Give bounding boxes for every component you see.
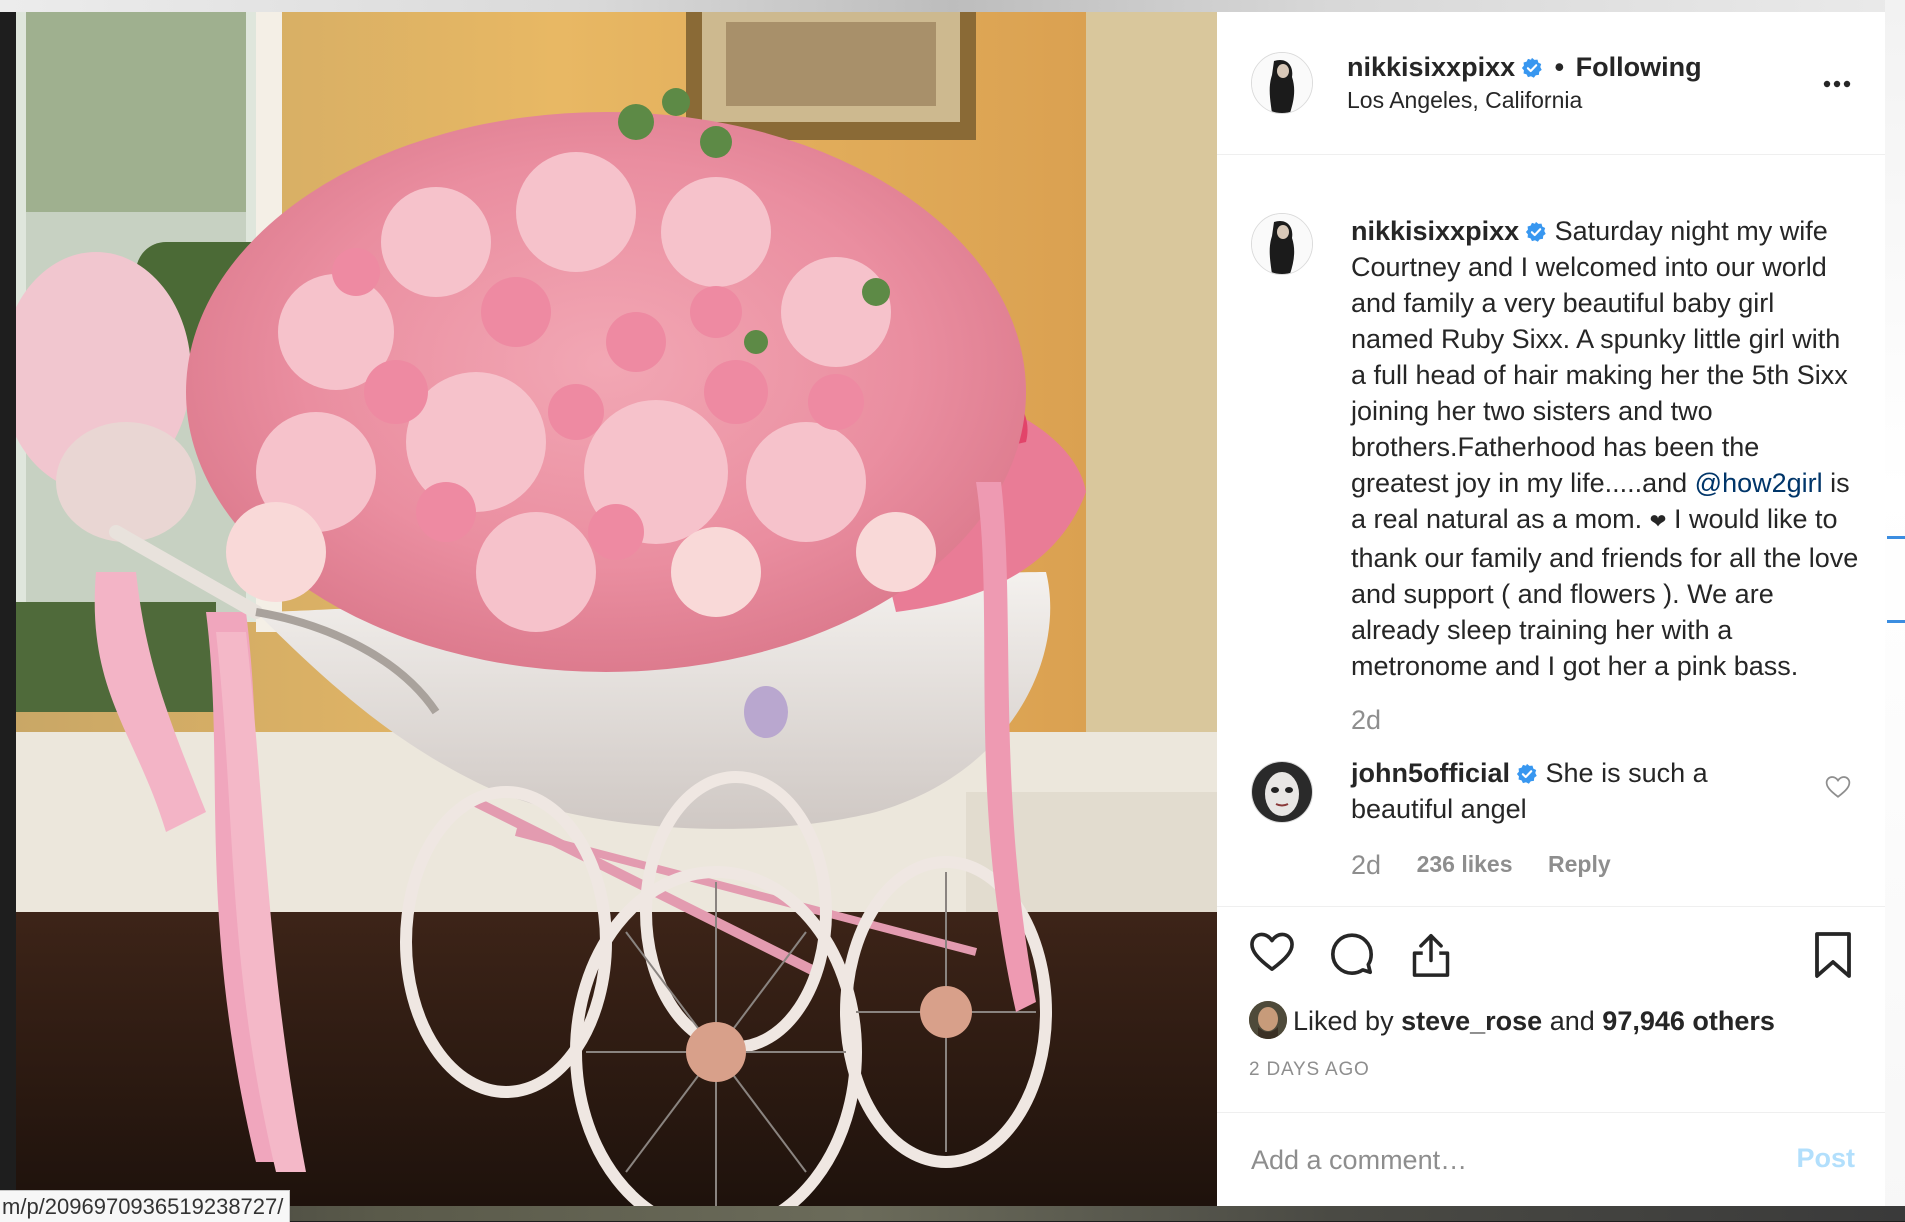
- reply-button[interactable]: Reply: [1548, 851, 1611, 877]
- liker-username[interactable]: steve_rose: [1401, 1006, 1542, 1036]
- post-location[interactable]: Los Angeles, California: [1347, 87, 1582, 114]
- post-header: nikkisixxpixx • Following Los Angeles, C…: [1217, 12, 1885, 155]
- post-comment-button[interactable]: Post: [1796, 1143, 1855, 1174]
- caption-avatar-image: [1252, 214, 1312, 274]
- author-line: nikkisixxpixx • Following: [1347, 52, 1702, 83]
- author-avatar-image: [1252, 53, 1312, 113]
- add-comment-input[interactable]: [1249, 1137, 1753, 1183]
- browser-backdrop-top: [0, 0, 1905, 12]
- comment-timestamp[interactable]: 2d: [1351, 850, 1381, 880]
- liker-avatar-image: [1249, 1001, 1287, 1039]
- bookmark-icon[interactable]: [1813, 931, 1853, 979]
- heart-icon[interactable]: [1249, 931, 1295, 973]
- verified-badge-icon: [1516, 763, 1537, 784]
- liked-by-and: and: [1549, 1006, 1595, 1036]
- commenter-avatar[interactable]: [1251, 761, 1313, 823]
- share-icon[interactable]: [1409, 931, 1453, 979]
- browser-backdrop-right: [1885, 0, 1905, 1221]
- heart-emoji: ❤: [1649, 511, 1667, 533]
- status-bar-url: m/p/2096970936519238727/: [0, 1190, 291, 1222]
- caption-mention-link[interactable]: @how2girl: [1695, 468, 1823, 498]
- verified-badge-icon: [1522, 57, 1542, 78]
- comment-meta: 2d 236 likes Reply: [1351, 850, 1611, 881]
- liker-avatar[interactable]: [1249, 1001, 1287, 1039]
- comment-heart-icon[interactable]: [1825, 775, 1851, 799]
- more-options-icon[interactable]: [1819, 72, 1855, 96]
- post-actions: Liked by steve_rose and 97,946 others 2 …: [1217, 906, 1885, 1113]
- comment-body: john5official She is such a beautiful an…: [1351, 755, 1771, 827]
- add-comment-section: Post: [1217, 1112, 1885, 1207]
- likes-summary: Liked by steve_rose and 97,946 others: [1249, 1001, 1775, 1039]
- author-avatar[interactable]: [1251, 52, 1313, 114]
- comments-list[interactable]: nikkisixxpixx Saturday night my wife Cou…: [1217, 155, 1885, 900]
- comment-icon[interactable]: [1329, 931, 1375, 977]
- caption-timestamp[interactable]: 2d: [1351, 705, 1381, 736]
- scroll-marker: [1887, 536, 1905, 539]
- caption-author-username[interactable]: nikkisixxpixx: [1351, 216, 1519, 246]
- commenter-avatar-image: [1252, 762, 1312, 822]
- caption-author-avatar[interactable]: [1251, 213, 1313, 275]
- post-photo[interactable]: [16, 12, 1217, 1206]
- post-date[interactable]: 2 DAYS AGO: [1249, 1059, 1370, 1081]
- liked-by-prefix: Liked by: [1293, 1006, 1394, 1036]
- verified-badge-icon: [1526, 221, 1546, 242]
- post-details-panel: nikkisixxpixx • Following Los Angeles, C…: [1217, 12, 1885, 1206]
- author-username[interactable]: nikkisixxpixx: [1347, 52, 1515, 82]
- header-separator: •: [1554, 52, 1565, 82]
- photo-illustration: [16, 12, 1217, 1206]
- caption-text-part: Saturday night my wife Courtney and I we…: [1351, 216, 1848, 498]
- post-modal: nikkisixxpixx • Following Los Angeles, C…: [16, 12, 1885, 1206]
- comment-likes-count[interactable]: 236 likes: [1417, 851, 1513, 877]
- following-button[interactable]: Following: [1576, 52, 1702, 82]
- post-caption: nikkisixxpixx Saturday night my wife Cou…: [1351, 213, 1861, 684]
- likes-count-link[interactable]: 97,946 others: [1602, 1006, 1775, 1036]
- commenter-username[interactable]: john5official: [1351, 758, 1510, 788]
- scroll-marker: [1887, 620, 1905, 623]
